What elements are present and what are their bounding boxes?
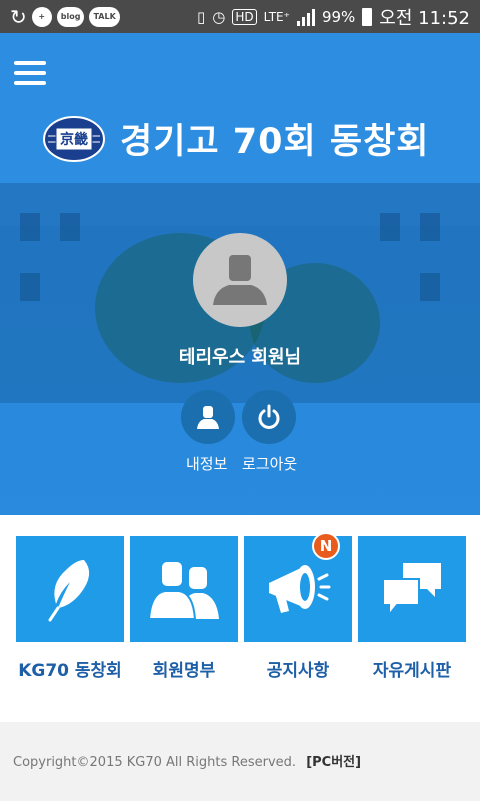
user-name: 테리우스 회원님 (178, 347, 302, 368)
hero-banner: 京畿 경기고 70회 동창회 테리우스 회원님 내정보 로그아웃 (0, 33, 480, 515)
tile-label[interactable]: 공지사항 (244, 656, 352, 681)
tile-label[interactable]: 회원명부 (130, 656, 238, 681)
hamburger-menu-button[interactable] (14, 61, 46, 87)
user-silhouette-icon (213, 255, 267, 305)
my-info-button[interactable] (181, 390, 235, 444)
footer-text: Copyright©2015 KG70 All Rights Reserved.… (13, 751, 361, 770)
chat-icon (382, 563, 441, 618)
feather-icon (48, 560, 90, 622)
background-window (20, 273, 40, 301)
logout-button[interactable] (242, 390, 296, 444)
person-icon (197, 406, 219, 429)
avatar[interactable] (193, 233, 287, 327)
talk-icon: TALK (89, 6, 120, 27)
footer: Copyright©2015 KG70 All Rights Reserved.… (0, 722, 480, 801)
header-logo: 京畿 경기고 70회 동창회 (42, 113, 429, 164)
my-info-link[interactable]: 내정보 (186, 453, 227, 474)
logout-link[interactable]: 로그아웃 (242, 453, 297, 474)
lte-icon: LTE⁺ (263, 9, 290, 24)
tile-kg70-alumni[interactable]: KG70 동창회 (16, 536, 124, 681)
status-bar: ↻ + blog TALK ▯ ◷ HD LTE⁺ 99% 오전 11:52 (0, 0, 480, 33)
power-icon (258, 404, 280, 429)
background-window (60, 213, 80, 241)
tile-notices[interactable]: N 공지사항 (244, 532, 352, 681)
clock: 오전 11:52 (379, 7, 470, 29)
sync-icon: ↻ (10, 4, 27, 29)
signal-icon (296, 8, 315, 26)
pc-version-link[interactable]: [PC버전] (306, 755, 361, 770)
battery-icon (362, 7, 373, 26)
background-window (380, 213, 400, 241)
tile-member-directory[interactable]: 회원명부 (130, 536, 238, 681)
notification-icons: ↻ + blog TALK (0, 4, 120, 29)
background-window (20, 213, 40, 241)
background-window (420, 273, 440, 301)
school-emblem-icon: 京畿 (42, 114, 106, 164)
hd-icon: HD (232, 8, 257, 25)
emblem-text: 京畿 (60, 131, 88, 148)
megaphone-icon (269, 565, 331, 613)
blog-icon: blog (56, 6, 85, 27)
add-icon: + (31, 6, 52, 27)
alarm-icon: ◷ (212, 7, 226, 26)
vibrate-icon: ▯ (197, 7, 206, 26)
tile-label[interactable]: 자유게시판 (358, 656, 466, 681)
tile-label[interactable]: KG70 동창회 (16, 656, 124, 681)
new-badge: N (312, 532, 340, 560)
battery-percent: 99% (321, 7, 356, 26)
menu-tiles: KG70 동창회 회원명부 N 공지사항 자유게시판 (16, 532, 466, 681)
background-window (420, 213, 440, 241)
tile-free-board[interactable]: 자유게시판 (358, 536, 466, 681)
people-icon (147, 560, 219, 620)
app-title: 경기고 70회 동창회 (120, 122, 430, 162)
copyright-text: Copyright©2015 KG70 All Rights Reserved. (13, 755, 297, 770)
